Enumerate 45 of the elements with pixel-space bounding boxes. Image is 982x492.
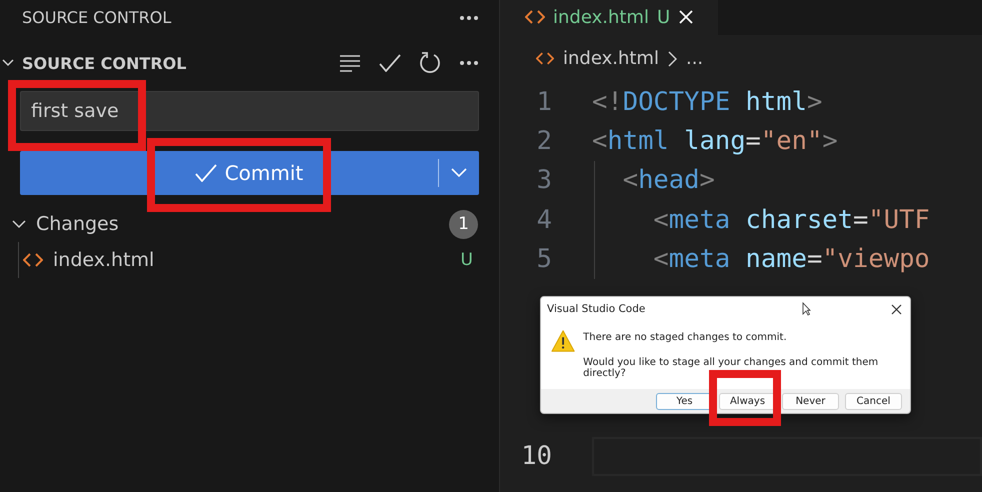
code-line: <!DOCTYPE html>	[592, 86, 822, 117]
changes-header[interactable]: Changes	[36, 213, 119, 235]
chevron-icon[interactable]	[12, 220, 26, 228]
dialog-button[interactable]: Never	[782, 392, 839, 410]
check-icon	[194, 164, 217, 182]
line-number: 2	[536, 126, 553, 156]
chevron-right-icon	[668, 50, 677, 66]
file-item[interactable]: index.html U	[18, 242, 479, 278]
code-line: <html lang="en">	[592, 126, 838, 156]
section-title[interactable]: SOURCE CONTROL	[22, 54, 186, 72]
dialog-button[interactable]: Cancel	[845, 392, 902, 410]
line-number: 1	[536, 86, 553, 117]
line-number: 3	[536, 165, 553, 196]
commit-message-field[interactable]: first save	[20, 91, 479, 131]
editor-tab[interactable]: index.html U	[500, 0, 718, 35]
close-icon[interactable]	[891, 304, 902, 314]
line-number: 10	[520, 441, 553, 472]
code-line: <meta charset="UTF	[652, 204, 930, 235]
chevron-icon[interactable]	[2, 59, 14, 67]
breadcrumb-item[interactable]: index.html	[563, 48, 659, 69]
dialog-title: Visual Studio Code	[547, 303, 646, 315]
code-line: <head>	[622, 165, 715, 196]
dialog-message: There are no staged changes to commit.	[583, 332, 788, 343]
more-icon[interactable]	[459, 14, 479, 20]
count-badge: 1	[449, 210, 478, 238]
commit-button[interactable]: Commit	[20, 151, 479, 195]
code-line: <meta name="viewpo	[652, 244, 930, 274]
check-icon[interactable]	[379, 54, 401, 72]
panel-title: SOURCE CONTROL	[22, 8, 172, 27]
line-number: 4	[536, 204, 553, 235]
refresh-icon[interactable]	[419, 52, 441, 74]
line-number: 5	[536, 244, 553, 274]
dialog-detail: Would you like to stage all your changes and commit them directly?	[583, 357, 880, 379]
list-icon[interactable]	[339, 54, 361, 72]
dialog-button[interactable]: Always	[719, 392, 776, 410]
code-file-icon	[536, 52, 554, 65]
commit-label: Commit	[224, 161, 304, 185]
breadcrumb-item[interactable]: ...	[686, 48, 704, 69]
code-file-icon	[23, 253, 43, 267]
highlight-frame	[709, 370, 781, 426]
dropdown-chevron-icon[interactable]	[451, 168, 467, 178]
warning-icon	[551, 329, 576, 353]
code-file-icon	[525, 10, 545, 24]
more-icon[interactable]	[459, 60, 479, 66]
cursor-icon	[802, 302, 811, 316]
